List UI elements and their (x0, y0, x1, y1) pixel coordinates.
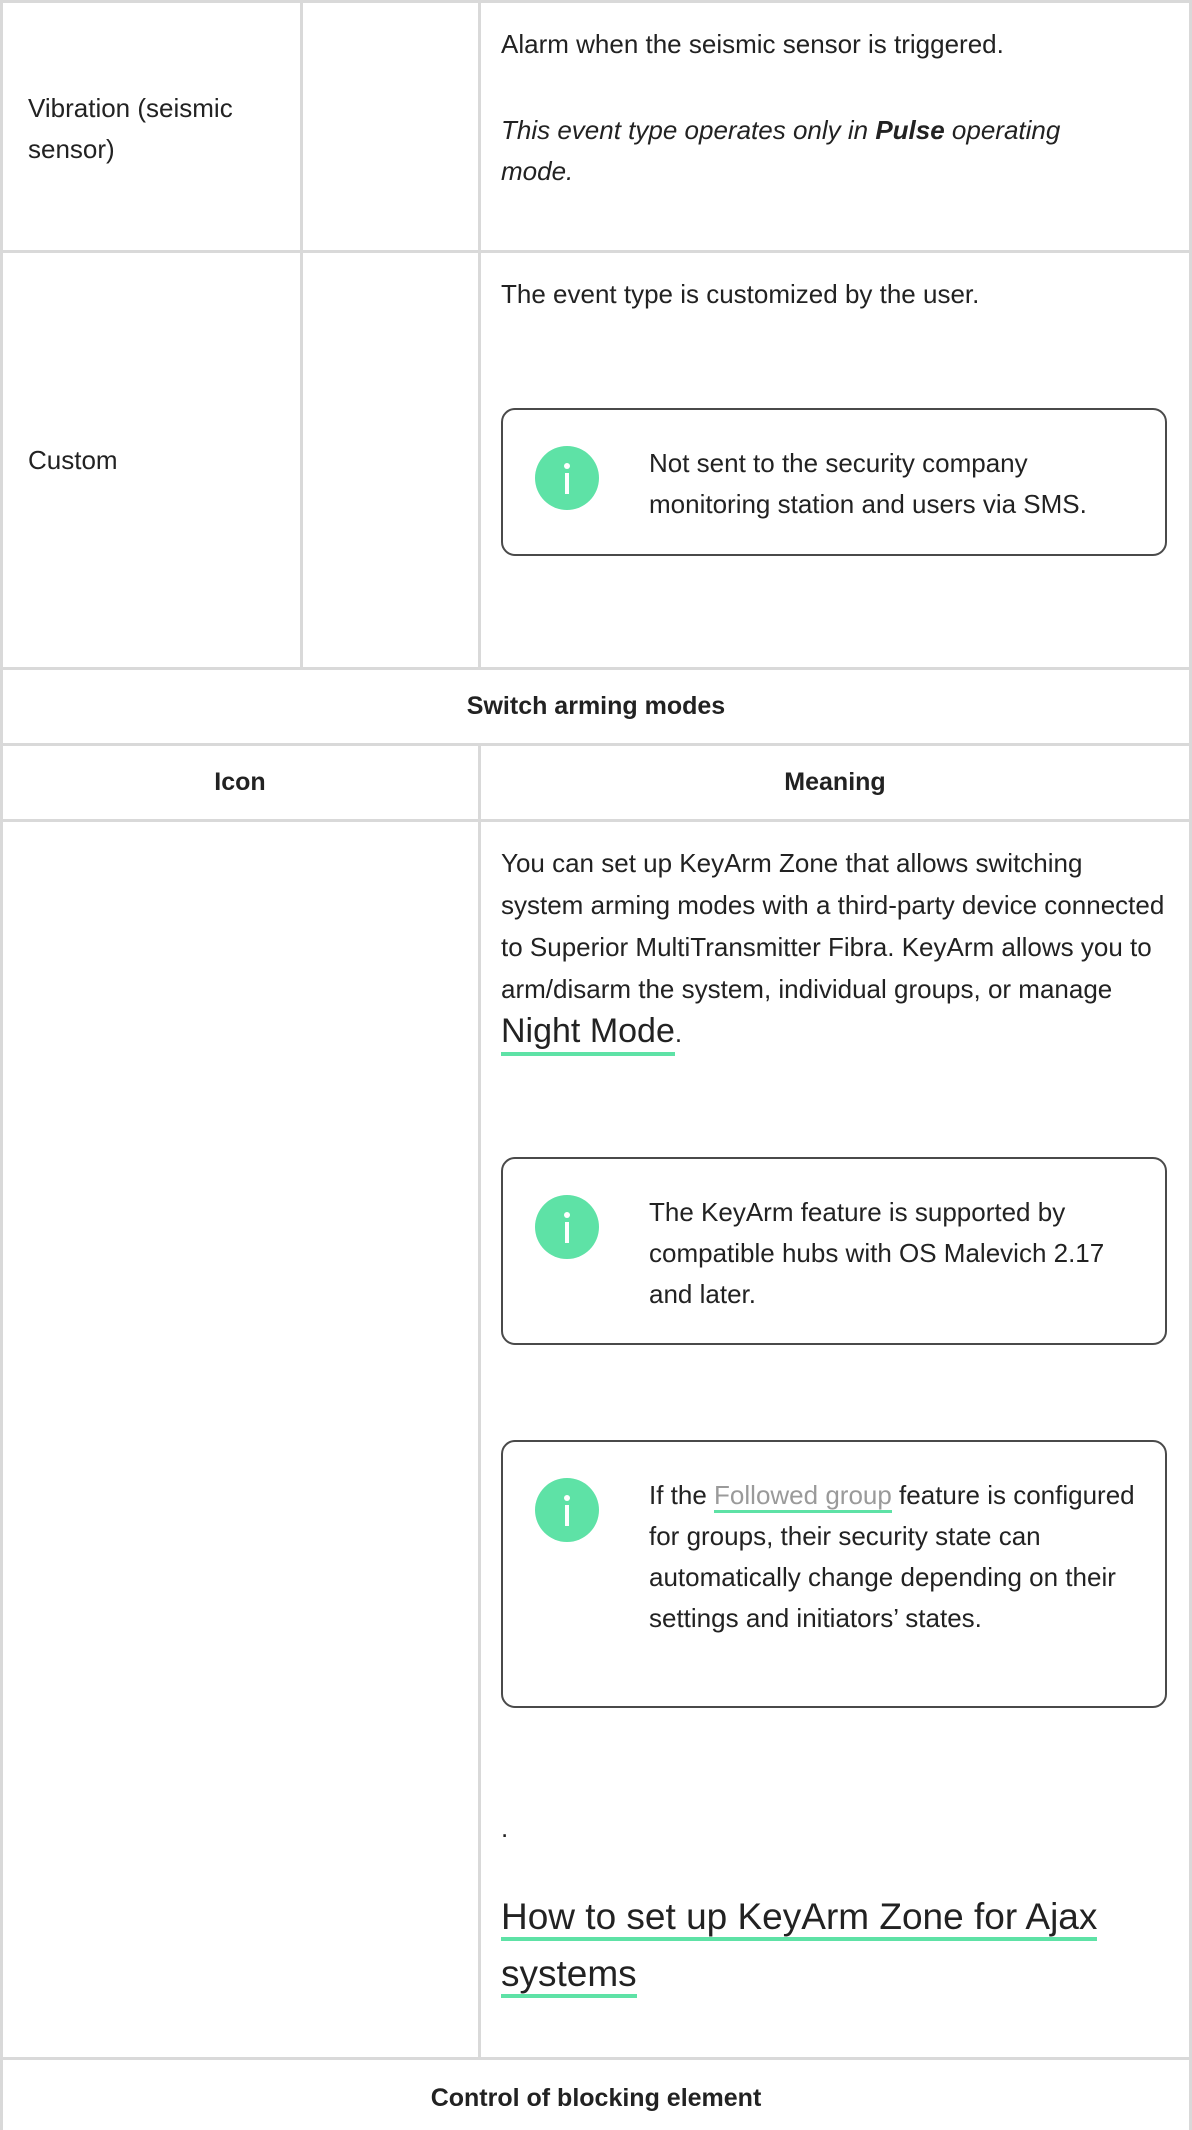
section-title: Control of blocking element (430, 2084, 762, 2112)
followed-group-link[interactable]: Followed group (714, 1480, 892, 1513)
row-divider (0, 250, 1192, 253)
night-mode-link[interactable]: Night Mode (501, 1012, 675, 1056)
keyarm-description: You can set up KeyArm Zone that allows s… (501, 842, 1171, 1056)
column-divider (478, 0, 481, 668)
howto-keyarm-link[interactable]: How to set up KeyArm Zone for Ajax syste… (501, 1896, 1098, 1998)
event-name: Vibration (seismic sensor) (28, 93, 233, 164)
info-note-text: Not sent to the security company monitor… (649, 448, 1087, 519)
column-divider (478, 743, 481, 2058)
info-icon (535, 1195, 599, 1259)
row-divider (0, 2057, 1192, 2060)
row-divider (0, 667, 1192, 670)
info-icon (535, 446, 599, 510)
info-note-text: The KeyArm feature is supported by compa… (649, 1197, 1105, 1309)
info-note: Not sent to the security company monitor… (501, 408, 1167, 556)
table-border-top (0, 0, 1192, 3)
info-note: If the Followed group feature is configu… (501, 1440, 1167, 1708)
column-header-meaning: Meaning (784, 768, 886, 796)
event-description: Alarm when the seismic sensor is trigger… (501, 29, 1004, 59)
section-title: Switch arming modes (466, 692, 726, 720)
column-divider (300, 0, 303, 668)
howto-link-container: How to set up KeyArm Zone for Ajax syste… (501, 1888, 1131, 2002)
row-divider (0, 743, 1192, 746)
event-description: The event type is customized by the user… (501, 279, 980, 309)
separator-dot: . (501, 1813, 509, 1843)
event-name: Custom (28, 445, 118, 475)
table-border-left (0, 0, 3, 2130)
column-header-icon: Icon (214, 768, 266, 796)
event-note: This event type operates only in Pulse o… (501, 115, 1061, 186)
row-divider (0, 819, 1192, 822)
info-note-text: If the Followed group feature is configu… (649, 1480, 1135, 1633)
info-note: The KeyArm feature is supported by compa… (501, 1157, 1167, 1345)
info-icon (535, 1478, 599, 1542)
